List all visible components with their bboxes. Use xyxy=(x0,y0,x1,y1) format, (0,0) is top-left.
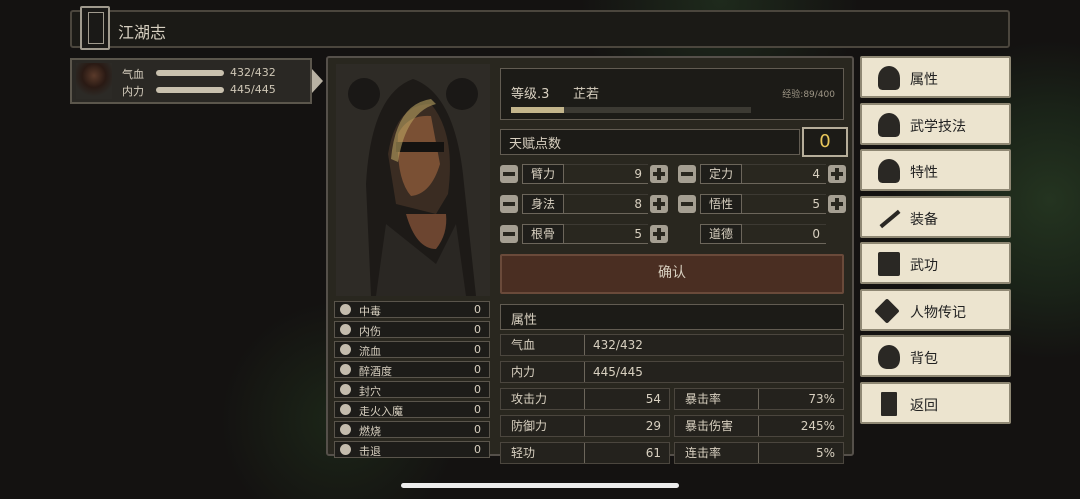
confirm-button[interactable]: 确认 xyxy=(500,254,844,294)
drunk-icon xyxy=(340,364,351,375)
fire-icon xyxy=(340,424,351,435)
status-item: 醉酒度 0 xyxy=(334,361,490,378)
attr-value: 0 xyxy=(742,224,826,244)
mp-label: 内力 xyxy=(122,85,144,98)
plus-button[interactable] xyxy=(650,225,668,243)
person-icon xyxy=(878,113,900,137)
bleed-icon xyxy=(340,344,351,355)
qi-deviation-icon xyxy=(340,404,351,415)
plus-button[interactable] xyxy=(650,165,668,183)
hp-value: 432/432 xyxy=(230,66,276,79)
knockback-icon xyxy=(340,444,351,455)
stat-row: 气血 432/432 xyxy=(500,334,844,356)
exp-label: 经验:89/400 xyxy=(782,90,835,100)
status-item: 封穴 0 xyxy=(334,381,490,398)
stat-row: 连击率 5% xyxy=(674,442,844,464)
page-title: 江湖志 xyxy=(118,23,167,42)
menu-backpack[interactable]: 背包 xyxy=(860,335,1011,377)
attr-value: 5 xyxy=(564,224,648,244)
selected-arrow-icon xyxy=(312,69,323,93)
plus-button[interactable] xyxy=(650,195,668,213)
status-item: 内伤 0 xyxy=(334,321,490,338)
stat-row: 暴击率 73% xyxy=(674,388,844,410)
attr-label: 身法 xyxy=(522,194,564,214)
journal-book-icon xyxy=(80,6,110,50)
attr-value: 8 xyxy=(564,194,648,214)
attr-label: 悟性 xyxy=(700,194,742,214)
status-item: 流血 0 xyxy=(334,341,490,358)
attr-value: 9 xyxy=(564,164,648,184)
attr-value: 5 xyxy=(742,194,826,214)
attr-value: 4 xyxy=(742,164,826,184)
title-bar xyxy=(70,10,1010,48)
menu-traits[interactable]: 特性 xyxy=(860,149,1011,191)
status-item: 燃烧 0 xyxy=(334,421,490,438)
plus-button[interactable] xyxy=(828,195,846,213)
stat-row: 轻功 61 xyxy=(500,442,670,464)
attr-label: 定力 xyxy=(700,164,742,184)
minus-button[interactable] xyxy=(678,165,696,183)
person-icon xyxy=(878,159,900,183)
hp-label: 气血 xyxy=(122,68,144,81)
section-header: 属性 xyxy=(500,304,844,330)
character-card[interactable]: 气血 432/432 内力 445/445 xyxy=(70,58,312,104)
person-icon xyxy=(878,66,900,90)
book-icon xyxy=(878,252,900,276)
attr-label: 道德 xyxy=(700,224,742,244)
talent-points-value: 0 xyxy=(802,127,848,157)
mp-bar xyxy=(156,87,224,93)
stat-row: 暴击伤害 245% xyxy=(674,415,844,437)
status-item: 走火入魔 0 xyxy=(334,401,490,418)
stat-row: 防御力 29 xyxy=(500,415,670,437)
minus-button[interactable] xyxy=(500,225,518,243)
bag-icon xyxy=(878,345,900,369)
hp-bar xyxy=(156,70,224,76)
minus-button[interactable] xyxy=(678,195,696,213)
minus-button[interactable] xyxy=(500,195,518,213)
character-panel: 中毒 0 内伤 0 流血 0 醉酒度 0 封穴 0 走火入魔 0 燃烧 0 击退 0 等级.3 … xyxy=(326,56,854,464)
attr-label: 臂力 xyxy=(522,164,564,184)
menu-martial-techniques[interactable]: 武学技法 xyxy=(860,103,1011,145)
scroll-icon xyxy=(874,298,900,324)
stat-row: 内力 445/445 xyxy=(500,361,844,383)
menu-equipment[interactable]: 装备 xyxy=(860,196,1011,238)
stat-row: 攻击力 54 xyxy=(500,388,670,410)
exp-bar-fill xyxy=(511,107,565,113)
level-box: 等级.3 芷若 经验:89/400 xyxy=(500,68,844,120)
menu-attributes[interactable]: 属性 xyxy=(860,56,1011,98)
character-name: 芷若 xyxy=(573,87,600,102)
character-portrait xyxy=(336,64,490,296)
mp-value: 445/445 xyxy=(230,83,276,96)
poison-icon xyxy=(340,304,351,315)
sword-icon xyxy=(879,209,901,229)
status-item: 中毒 0 xyxy=(334,301,490,318)
status-item: 击退 0 xyxy=(334,441,490,458)
talent-points-label: 天赋点数 xyxy=(500,129,800,155)
character-avatar xyxy=(76,63,112,99)
menu-martial-arts[interactable]: 武功 xyxy=(860,242,1011,284)
exp-bar xyxy=(511,107,751,113)
home-indicator[interactable] xyxy=(401,483,679,488)
level-label: 等级.3 xyxy=(511,87,550,102)
attr-label: 根骨 xyxy=(522,224,564,244)
minus-button[interactable] xyxy=(500,165,518,183)
menu-biography[interactable]: 人物传记 xyxy=(860,289,1011,331)
plus-button[interactable] xyxy=(828,165,846,183)
broken-heart-icon xyxy=(340,324,351,335)
menu-return[interactable]: 返回 xyxy=(860,382,1011,424)
door-icon xyxy=(881,392,897,416)
acupoint-icon xyxy=(340,384,351,395)
